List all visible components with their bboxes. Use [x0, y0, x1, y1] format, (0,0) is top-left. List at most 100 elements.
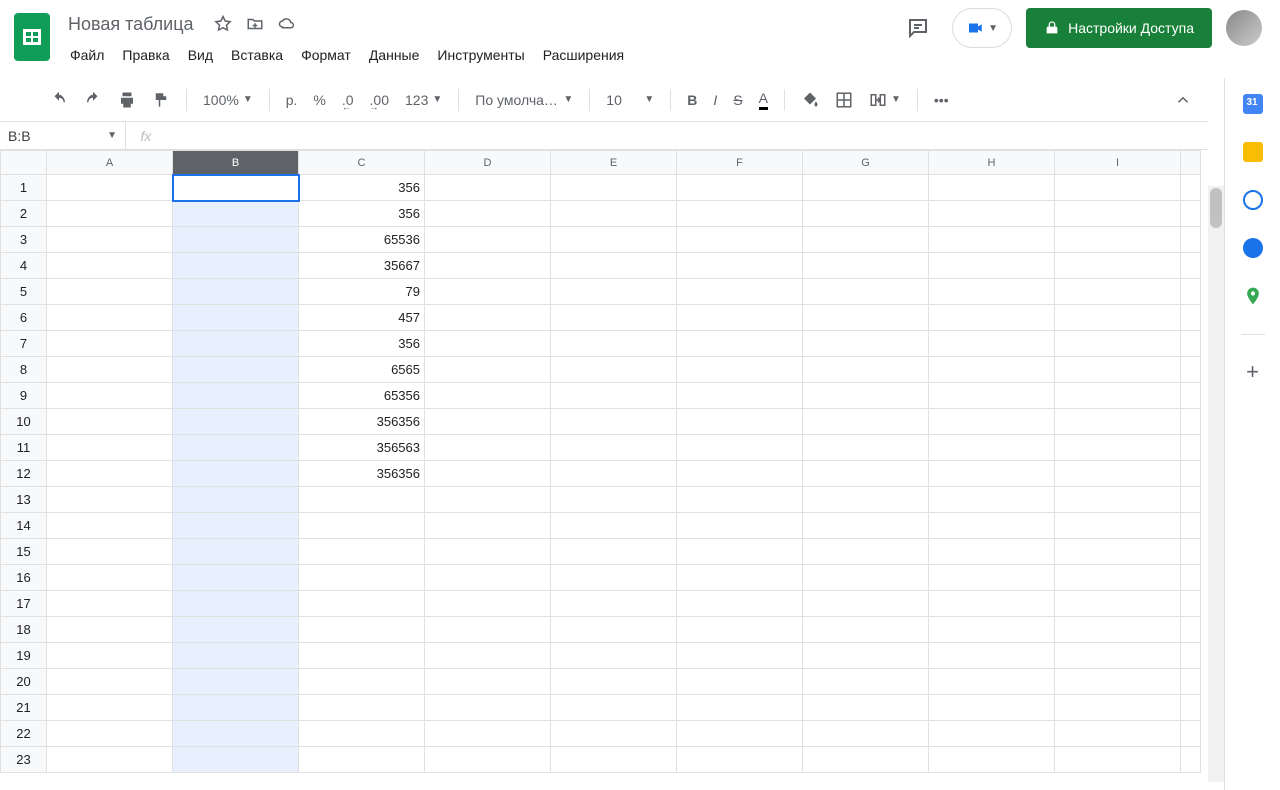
- cell-E1[interactable]: [551, 175, 677, 201]
- cell-I23[interactable]: [1055, 747, 1181, 773]
- cell-E10[interactable]: [551, 409, 677, 435]
- cell-F22[interactable]: [677, 721, 803, 747]
- cell-D15[interactable]: [425, 539, 551, 565]
- cell-C16[interactable]: [299, 565, 425, 591]
- cell-I20[interactable]: [1055, 669, 1181, 695]
- cell-B14[interactable]: [173, 513, 299, 539]
- cell-G16[interactable]: [803, 565, 929, 591]
- menu-file[interactable]: Файл: [62, 43, 112, 67]
- maps-icon[interactable]: [1243, 286, 1263, 306]
- select-all-corner[interactable]: [1, 151, 47, 175]
- cell-F9[interactable]: [677, 383, 803, 409]
- cell-B11[interactable]: [173, 435, 299, 461]
- cell-H11[interactable]: [929, 435, 1055, 461]
- cell-H7[interactable]: [929, 331, 1055, 357]
- cell-C18[interactable]: [299, 617, 425, 643]
- cell-E9[interactable]: [551, 383, 677, 409]
- menu-view[interactable]: Вид: [180, 43, 221, 67]
- number-format-button[interactable]: 123▼: [399, 88, 448, 112]
- cell-G2[interactable]: [803, 201, 929, 227]
- row-header[interactable]: 10: [1, 409, 47, 435]
- cell-H19[interactable]: [929, 643, 1055, 669]
- cell-B12[interactable]: [173, 461, 299, 487]
- row-header[interactable]: 19: [1, 643, 47, 669]
- cell-D12[interactable]: [425, 461, 551, 487]
- cell-I6[interactable]: [1055, 305, 1181, 331]
- cell-C5[interactable]: 79: [299, 279, 425, 305]
- cell-E18[interactable]: [551, 617, 677, 643]
- cell-H10[interactable]: [929, 409, 1055, 435]
- cell-B17[interactable]: [173, 591, 299, 617]
- col-header-F[interactable]: F: [677, 151, 803, 175]
- cell-I22[interactable]: [1055, 721, 1181, 747]
- cell-E6[interactable]: [551, 305, 677, 331]
- cell-D20[interactable]: [425, 669, 551, 695]
- cell-G21[interactable]: [803, 695, 929, 721]
- cell-I1[interactable]: [1055, 175, 1181, 201]
- cell-B2[interactable]: [173, 201, 299, 227]
- cell-F11[interactable]: [677, 435, 803, 461]
- cell-I10[interactable]: [1055, 409, 1181, 435]
- cell-E21[interactable]: [551, 695, 677, 721]
- cell-E19[interactable]: [551, 643, 677, 669]
- cell-F15[interactable]: [677, 539, 803, 565]
- cell-D7[interactable]: [425, 331, 551, 357]
- italic-button[interactable]: I: [707, 88, 723, 112]
- cell-C15[interactable]: [299, 539, 425, 565]
- cell-G8[interactable]: [803, 357, 929, 383]
- cell-H8[interactable]: [929, 357, 1055, 383]
- app-logo[interactable]: [10, 8, 54, 66]
- menu-extensions[interactable]: Расширения: [535, 43, 632, 67]
- cell-F1[interactable]: [677, 175, 803, 201]
- cell-D13[interactable]: [425, 487, 551, 513]
- cell-A4[interactable]: [47, 253, 173, 279]
- cell-E16[interactable]: [551, 565, 677, 591]
- cell-A9[interactable]: [47, 383, 173, 409]
- cell-F21[interactable]: [677, 695, 803, 721]
- cell-H17[interactable]: [929, 591, 1055, 617]
- cell-D3[interactable]: [425, 227, 551, 253]
- cell-F5[interactable]: [677, 279, 803, 305]
- cell-F20[interactable]: [677, 669, 803, 695]
- cell-C17[interactable]: [299, 591, 425, 617]
- cell-F17[interactable]: [677, 591, 803, 617]
- cell-I8[interactable]: [1055, 357, 1181, 383]
- cell-H9[interactable]: [929, 383, 1055, 409]
- cell-D6[interactable]: [425, 305, 551, 331]
- row-header[interactable]: 1: [1, 175, 47, 201]
- star-icon[interactable]: [214, 15, 232, 33]
- borders-button[interactable]: [829, 87, 859, 113]
- cell-F19[interactable]: [677, 643, 803, 669]
- collapse-toolbar-button[interactable]: [1168, 87, 1198, 113]
- undo-button[interactable]: [44, 87, 74, 113]
- cell-F14[interactable]: [677, 513, 803, 539]
- formula-input[interactable]: [166, 122, 1208, 149]
- row-header[interactable]: 22: [1, 721, 47, 747]
- cell-H1[interactable]: [929, 175, 1055, 201]
- row-header[interactable]: 6: [1, 305, 47, 331]
- cell-H3[interactable]: [929, 227, 1055, 253]
- cell-A15[interactable]: [47, 539, 173, 565]
- cell-I11[interactable]: [1055, 435, 1181, 461]
- row-header[interactable]: 13: [1, 487, 47, 513]
- cell-I9[interactable]: [1055, 383, 1181, 409]
- cell-C23[interactable]: [299, 747, 425, 773]
- cell-F6[interactable]: [677, 305, 803, 331]
- cell-B3[interactable]: [173, 227, 299, 253]
- currency-button[interactable]: р.: [280, 88, 304, 112]
- cell-F7[interactable]: [677, 331, 803, 357]
- cell-B10[interactable]: [173, 409, 299, 435]
- cell-G14[interactable]: [803, 513, 929, 539]
- cell-B19[interactable]: [173, 643, 299, 669]
- vertical-scrollbar[interactable]: [1208, 186, 1224, 782]
- cell-C21[interactable]: [299, 695, 425, 721]
- cell-C10[interactable]: 356356: [299, 409, 425, 435]
- decrease-decimal-button[interactable]: .0←: [336, 88, 360, 112]
- cell-C9[interactable]: 65356: [299, 383, 425, 409]
- cell-H5[interactable]: [929, 279, 1055, 305]
- cell-B4[interactable]: [173, 253, 299, 279]
- cell-H6[interactable]: [929, 305, 1055, 331]
- contacts-icon[interactable]: [1243, 238, 1263, 258]
- menu-tools[interactable]: Инструменты: [429, 43, 532, 67]
- col-header-H[interactable]: H: [929, 151, 1055, 175]
